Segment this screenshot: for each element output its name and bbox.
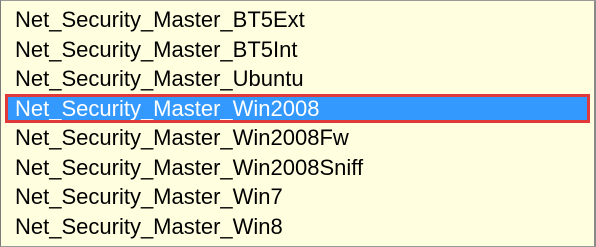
vm-listbox[interactable]: Net_Security_Master_BT5Ext Net_Security_…	[0, 0, 596, 247]
list-item-win2008fw[interactable]: Net_Security_Master_Win2008Fw	[1, 123, 594, 153]
list-item-bt5int[interactable]: Net_Security_Master_BT5Int	[1, 35, 594, 65]
list-item-win2008sniff[interactable]: Net_Security_Master_Win2008Sniff	[1, 153, 594, 183]
list-item-win2008-selected[interactable]: Net_Security_Master_Win2008	[5, 93, 590, 123]
vm-list: Net_Security_Master_BT5Ext Net_Security_…	[1, 5, 594, 241]
list-item-ubuntu[interactable]: Net_Security_Master_Ubuntu	[1, 64, 594, 94]
list-item-win8[interactable]: Net_Security_Master_Win8	[1, 212, 594, 242]
list-item-bt5ext[interactable]: Net_Security_Master_BT5Ext	[1, 5, 594, 35]
list-item-win7[interactable]: Net_Security_Master_Win7	[1, 182, 594, 212]
